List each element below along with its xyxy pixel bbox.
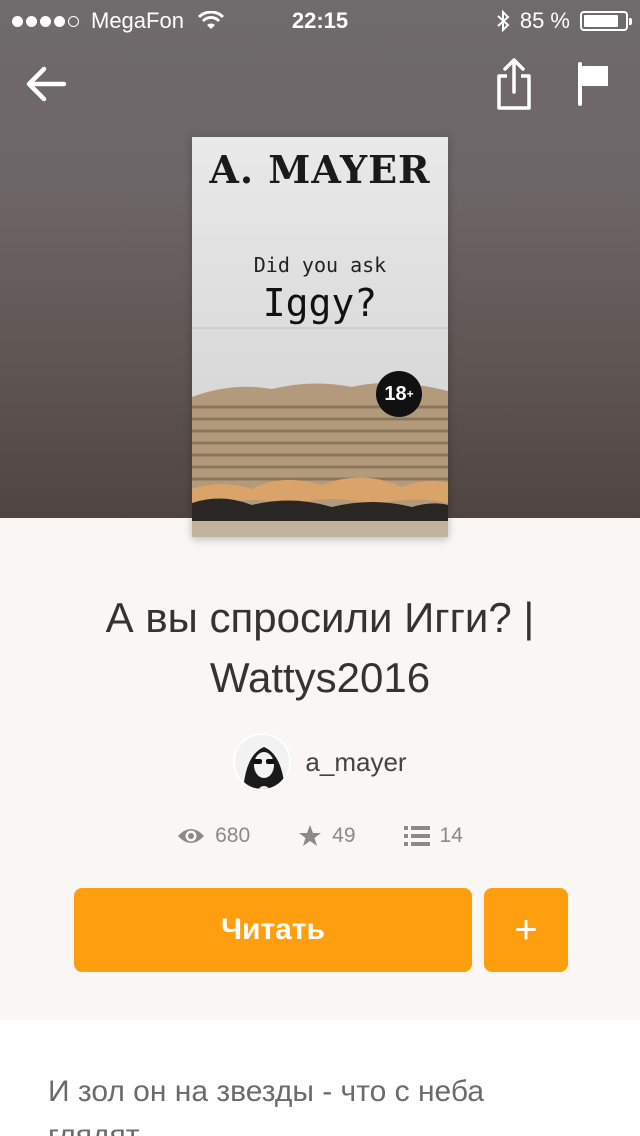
- reads-stat: 680: [177, 824, 250, 848]
- status-right: 85 %: [496, 8, 632, 34]
- age-rating-number: 18: [384, 382, 407, 405]
- share-icon[interactable]: [494, 56, 534, 112]
- story-stats: 680 49 14: [0, 824, 640, 848]
- list-icon: [403, 826, 430, 846]
- bluetooth-icon: [497, 9, 510, 33]
- battery-icon: [580, 11, 632, 31]
- cover-title: Iggy?: [262, 281, 378, 325]
- author-avatar-image: [235, 735, 290, 789]
- battery-level: [584, 15, 618, 27]
- cover-author: A. MAYER: [209, 147, 431, 192]
- arrow-left-icon[interactable]: [22, 60, 70, 108]
- author-name[interactable]: a_mayer: [305, 747, 406, 778]
- age-rating-badge: 18 +: [376, 371, 422, 417]
- avatar[interactable]: [233, 733, 292, 791]
- eye-icon: [178, 829, 205, 843]
- cover-subtitle: Did you ask: [253, 253, 387, 277]
- parts-stat: 14: [403, 824, 463, 848]
- reads-count: 680: [215, 824, 251, 847]
- read-button[interactable]: Читать: [74, 888, 472, 972]
- flag-icon[interactable]: [576, 62, 612, 106]
- age-rating-plus: +: [406, 387, 414, 401]
- status-bar: MegaFon 22:15 85 %: [0, 0, 640, 40]
- book-cover[interactable]: A. MAYER Did you ask Iggy? 18 +: [192, 137, 448, 537]
- add-to-library-button[interactable]: +: [484, 888, 568, 972]
- star-icon: [299, 825, 322, 846]
- story-title: А вы спросили Игги? | Wattys2016: [105, 594, 535, 701]
- cover-divider: [192, 327, 448, 329]
- votes-count: 49: [332, 824, 356, 847]
- story-description: И зол он на звезды - что с неба глядят: [48, 1075, 485, 1136]
- parts-count: 14: [439, 824, 463, 847]
- battery-percent: 85 %: [519, 8, 570, 33]
- description-panel: И зол он на звезды - что с неба глядят: [0, 1020, 640, 1136]
- author-link[interactable]: a_mayer: [0, 733, 640, 791]
- votes-stat: 49: [298, 824, 356, 848]
